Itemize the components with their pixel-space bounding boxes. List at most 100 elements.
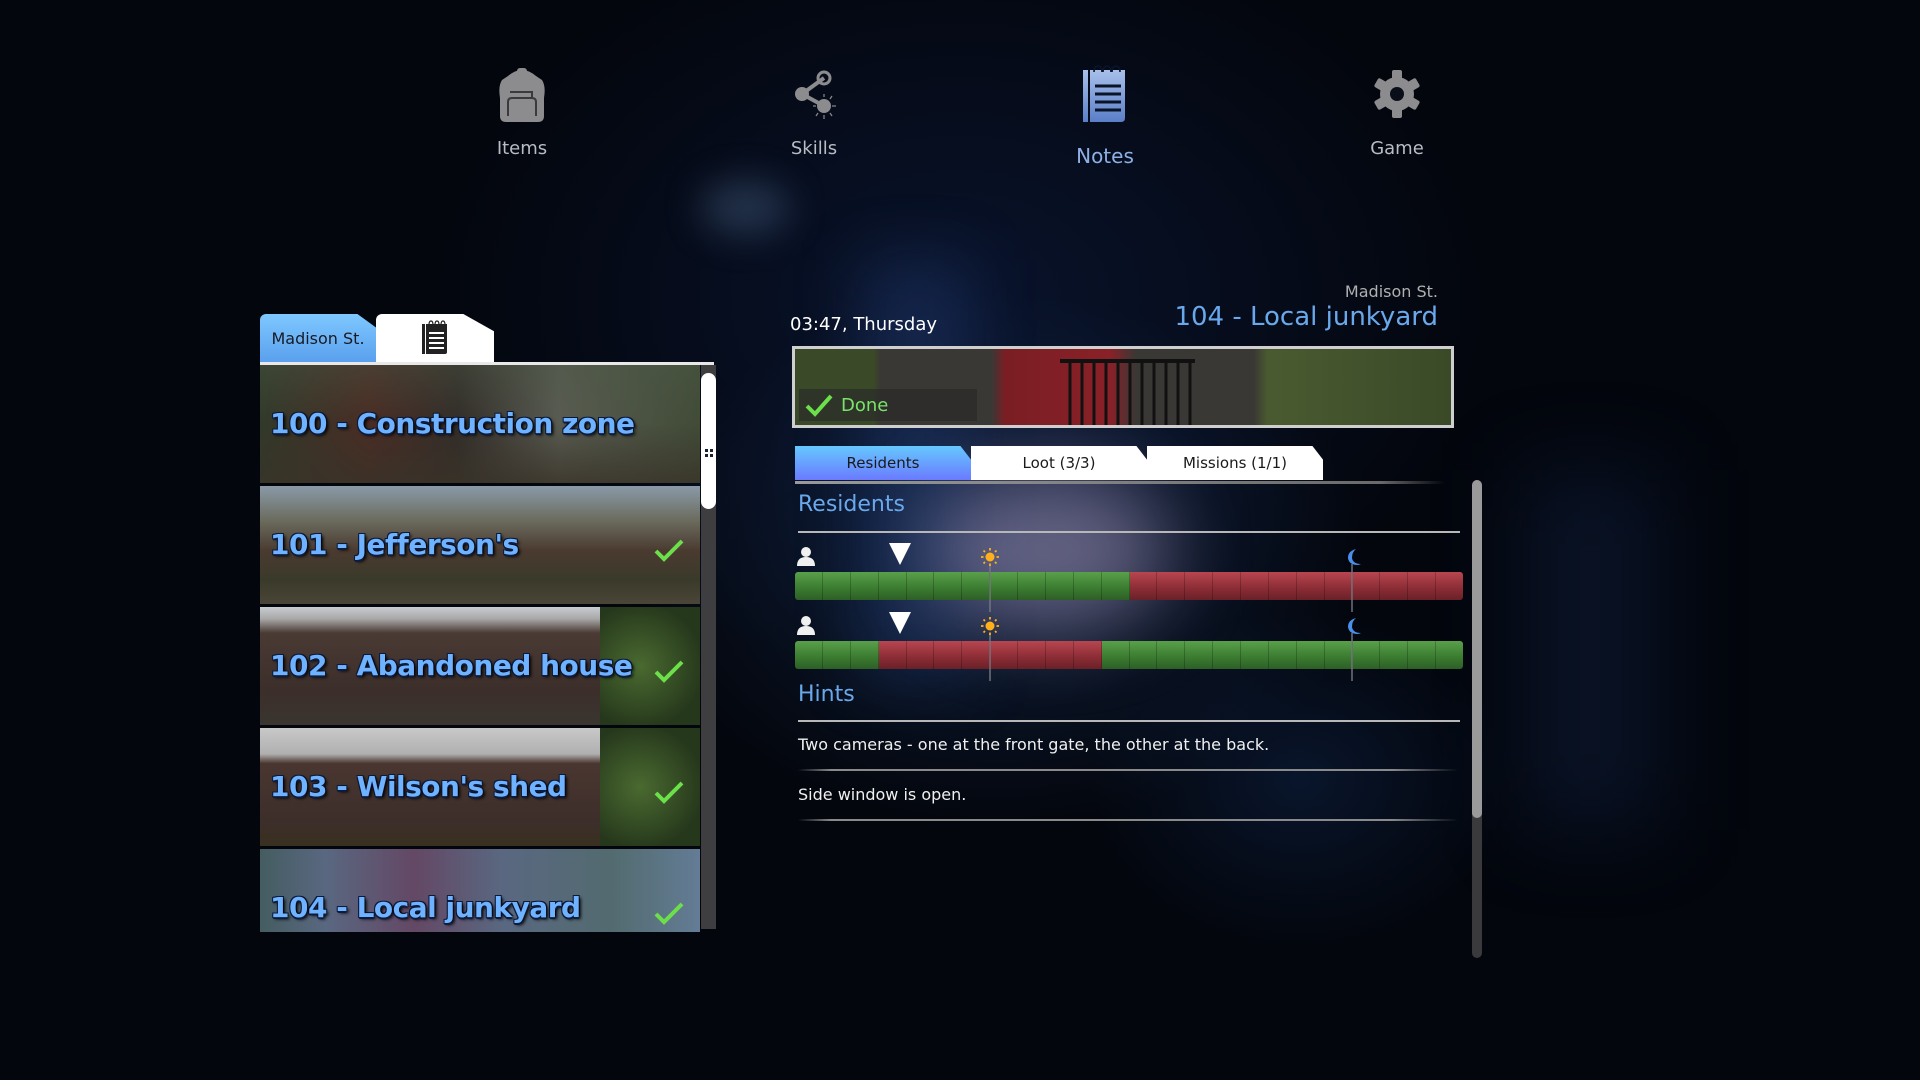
detail-scrollbar[interactable]: [1472, 480, 1482, 958]
location-title: 102 - Abandoned house: [270, 649, 633, 682]
share-nodes-icon: [795, 70, 836, 119]
location-list-scrollbar[interactable]: [701, 365, 716, 929]
location-item-100[interactable]: 100 - Construction zone: [260, 365, 700, 483]
moon-icon: [1347, 549, 1361, 565]
moon-icon: [1347, 618, 1361, 634]
backpack-icon: [499, 68, 545, 122]
hour-segment-home: [1185, 641, 1214, 669]
location-list: 100 - Construction zone 101 - Jefferson'…: [260, 365, 700, 932]
checkmark-icon: [654, 660, 684, 683]
tab-label: Loot (3/3): [1022, 454, 1096, 472]
hour-segment-away: [1324, 572, 1353, 600]
tab-label: Madison St.: [271, 328, 365, 348]
hour-segment-away: [1296, 572, 1325, 600]
top-navigation: Items Skills Notes Game: [0, 0, 1920, 180]
hour-segment-away: [1045, 641, 1074, 669]
divider: [798, 819, 1458, 821]
location-title: 103 - Wilson's shed: [270, 770, 567, 803]
hour-segment-home: [1296, 641, 1325, 669]
hour-segment-away: [1213, 572, 1241, 600]
checkmark-icon: [654, 781, 684, 804]
sun-icon: [980, 617, 999, 635]
nav-label: Items: [496, 138, 548, 159]
hour-segment-home: [934, 572, 963, 600]
hour-segment-home: [1018, 572, 1046, 600]
hour-segment-away: [1352, 572, 1381, 600]
hour-segment-home: [822, 641, 851, 669]
nav-items[interactable]: Items: [432, 64, 612, 159]
grip-icon: [705, 449, 713, 457]
gear-icon: [1374, 70, 1420, 118]
hour-segment-away: [1157, 572, 1186, 600]
notepad-icon: [422, 320, 447, 354]
divider: [798, 531, 1460, 533]
person-icon: [797, 547, 815, 566]
hour-segment-home: [1352, 641, 1381, 669]
hour-segment-home: [1268, 641, 1297, 669]
tab-missions[interactable]: Missions (1/1): [1147, 446, 1323, 480]
person-icon: [797, 616, 815, 635]
hour-segment-home: [1324, 641, 1353, 669]
nav-label: Skills: [790, 138, 838, 159]
hour-segment-home: [1101, 572, 1130, 600]
hour-segment-away: [1408, 572, 1437, 600]
hour-segment-home: [1213, 641, 1241, 669]
hour-segment-away: [1018, 641, 1046, 669]
resident-schedule: [795, 542, 1463, 612]
tab-madison-st[interactable]: Madison St.: [260, 314, 376, 362]
nav-skills[interactable]: Skills: [724, 64, 904, 159]
schedule-bar: [795, 641, 1463, 669]
hour-segment-home: [906, 572, 935, 600]
hour-segment-away: [1436, 572, 1463, 600]
hour-segment-home: [1380, 641, 1409, 669]
tab-residents[interactable]: Residents: [795, 446, 971, 480]
schedule-bar: [795, 572, 1463, 600]
location-list-panel: Madison St. 100 - Construction zone 101 …: [260, 312, 716, 932]
location-detail-panel: Madison St. 104 - Local junkyard 03:47, …: [790, 278, 1482, 968]
current-time-marker-icon: [889, 612, 912, 634]
scrollbar-thumb[interactable]: [701, 373, 716, 509]
location-item-104[interactable]: 104 - Local junkyard: [260, 849, 700, 932]
resident-schedule: [795, 611, 1463, 681]
time-marker-line: [1350, 633, 1353, 681]
hint-text: Side window is open.: [798, 785, 967, 804]
checkmark-icon: [805, 394, 833, 417]
location-item-103[interactable]: 103 - Wilson's shed: [260, 728, 700, 846]
tab-label: Missions (1/1): [1182, 454, 1288, 472]
tab-loot[interactable]: Loot (3/3): [971, 446, 1147, 480]
location-item-101[interactable]: 101 - Jefferson's: [260, 486, 700, 604]
nav-label: Game: [1370, 138, 1424, 159]
scrollbar-thumb[interactable]: [1472, 480, 1482, 818]
residents-heading: Residents: [798, 492, 905, 517]
hour-segment-home: [850, 641, 879, 669]
time-marker-line: [988, 564, 991, 612]
hour-segment-away: [1241, 572, 1269, 600]
location-item-102[interactable]: 102 - Abandoned house: [260, 607, 700, 725]
hour-segment-home: [962, 572, 991, 600]
hour-segment-home: [990, 572, 1018, 600]
tab-label: Residents: [846, 454, 920, 472]
divider: [798, 720, 1460, 722]
time-marker-line: [988, 633, 991, 681]
checkmark-icon: [654, 902, 684, 925]
hour-segment-home: [1157, 641, 1186, 669]
divider: [795, 481, 1445, 484]
location-title: 104 - Local junkyard: [1174, 302, 1438, 332]
hint-text: Two cameras - one at the front gate, the…: [798, 735, 1270, 754]
time-marker-line: [1350, 564, 1353, 612]
sun-icon: [980, 548, 999, 566]
game-time: 03:47, Thursday: [790, 314, 938, 335]
hour-segment-home: [1436, 641, 1463, 669]
hour-segment-away: [906, 641, 935, 669]
tab-notes[interactable]: [376, 314, 494, 362]
hour-segment-away: [1380, 572, 1409, 600]
location-title: 100 - Construction zone: [270, 407, 635, 440]
nav-game[interactable]: Game: [1307, 64, 1487, 159]
divider: [798, 769, 1458, 771]
hour-segment-away: [1129, 572, 1158, 600]
hour-segment-home: [878, 572, 907, 600]
gate-image: [1060, 359, 1195, 425]
hour-segment-home: [822, 572, 851, 600]
nav-notes[interactable]: Notes: [1015, 64, 1195, 168]
detail-tabs: Residents Loot (3/3) Missions (1/1): [795, 446, 1445, 482]
